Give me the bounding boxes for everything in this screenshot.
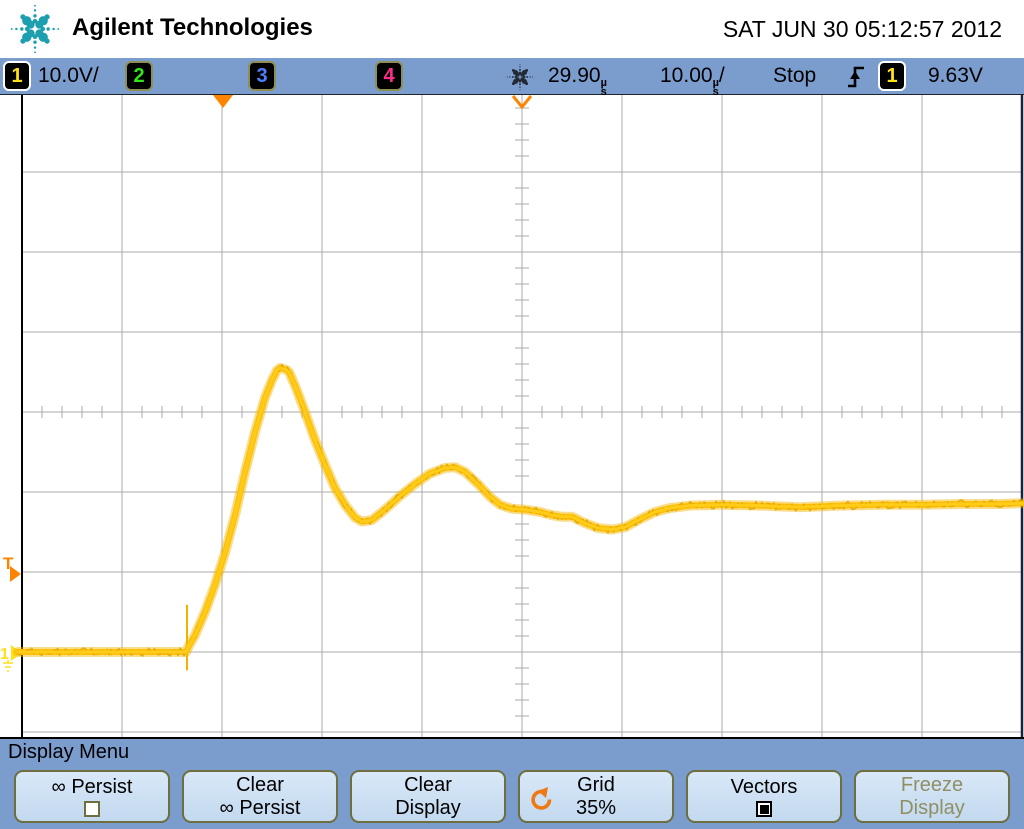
clear-display-label-2: Display [395,797,461,820]
grid-percent-value: 35% [576,797,616,820]
infinite-persist-button[interactable]: ∞ Persist [14,770,170,823]
softkey-row: ∞ Persist Clear ∞ Persist Clear Display … [0,765,1024,829]
freeze-display-button[interactable]: Freeze Display [854,770,1010,823]
freeze-display-label-1: Freeze [901,774,963,797]
waveform-plot: T1 [0,95,1024,737]
agilent-logo-icon [10,3,60,55]
channel-3-label: 3 [256,65,267,88]
trigger-edge-icon [845,63,867,91]
infinite-persist-label: ∞ Persist [52,776,133,799]
clear-display-label-1: Clear [404,774,452,797]
menu-title: Display Menu [0,737,1024,765]
vectors-button[interactable]: Vectors [686,770,842,823]
oscilloscope-screen: Agilent Technologies SAT JUN 30 05:12:57… [0,0,1024,829]
trigger-source-label: 1 [886,65,897,88]
channel-4-button[interactable]: 4 [375,61,403,91]
header: Agilent Technologies SAT JUN 30 05:12:57… [0,0,1024,58]
channel-3-button[interactable]: 3 [248,61,276,91]
clear-persist-label-1: Clear [236,774,284,797]
delay-readout: 29.90µs [548,62,607,90]
grid-intensity-button[interactable]: Grid 35% [518,770,674,823]
freeze-display-label-2: Display [899,797,965,820]
timebase-readout: 10.00µs/ [660,62,725,90]
clear-persist-label-2: ∞ Persist [220,797,301,820]
channel-2-label: 2 [133,65,144,88]
agilent-spark-icon [504,62,536,92]
rotate-knob-icon [527,786,553,812]
channel-1-scale: 10.0V/ [38,62,99,90]
channel-1-label: 1 [11,65,22,88]
brand-title: Agilent Technologies [72,14,313,42]
persist-checkbox-icon [84,801,100,817]
datetime-display: SAT JUN 30 05:12:57 2012 [723,16,1002,43]
waveform-display: T1 [0,95,1024,737]
channel-1-button[interactable]: 1 [3,61,31,91]
clear-persist-button[interactable]: Clear ∞ Persist [182,770,338,823]
vectors-checkbox-icon [756,801,772,817]
grid-label: Grid [577,774,615,797]
status-bar: 1 10.0V/ 2 3 4 29.90µs 10.00µs/ Stop 1 9… [0,58,1024,95]
channel-2-button[interactable]: 2 [125,61,153,91]
channel-4-label: 4 [383,65,394,88]
trigger-level-readout: 9.63V [928,62,983,90]
acquisition-state: Stop [773,62,816,90]
trigger-source-button[interactable]: 1 [878,61,906,91]
vectors-label: Vectors [731,776,798,799]
clear-display-button[interactable]: Clear Display [350,770,506,823]
